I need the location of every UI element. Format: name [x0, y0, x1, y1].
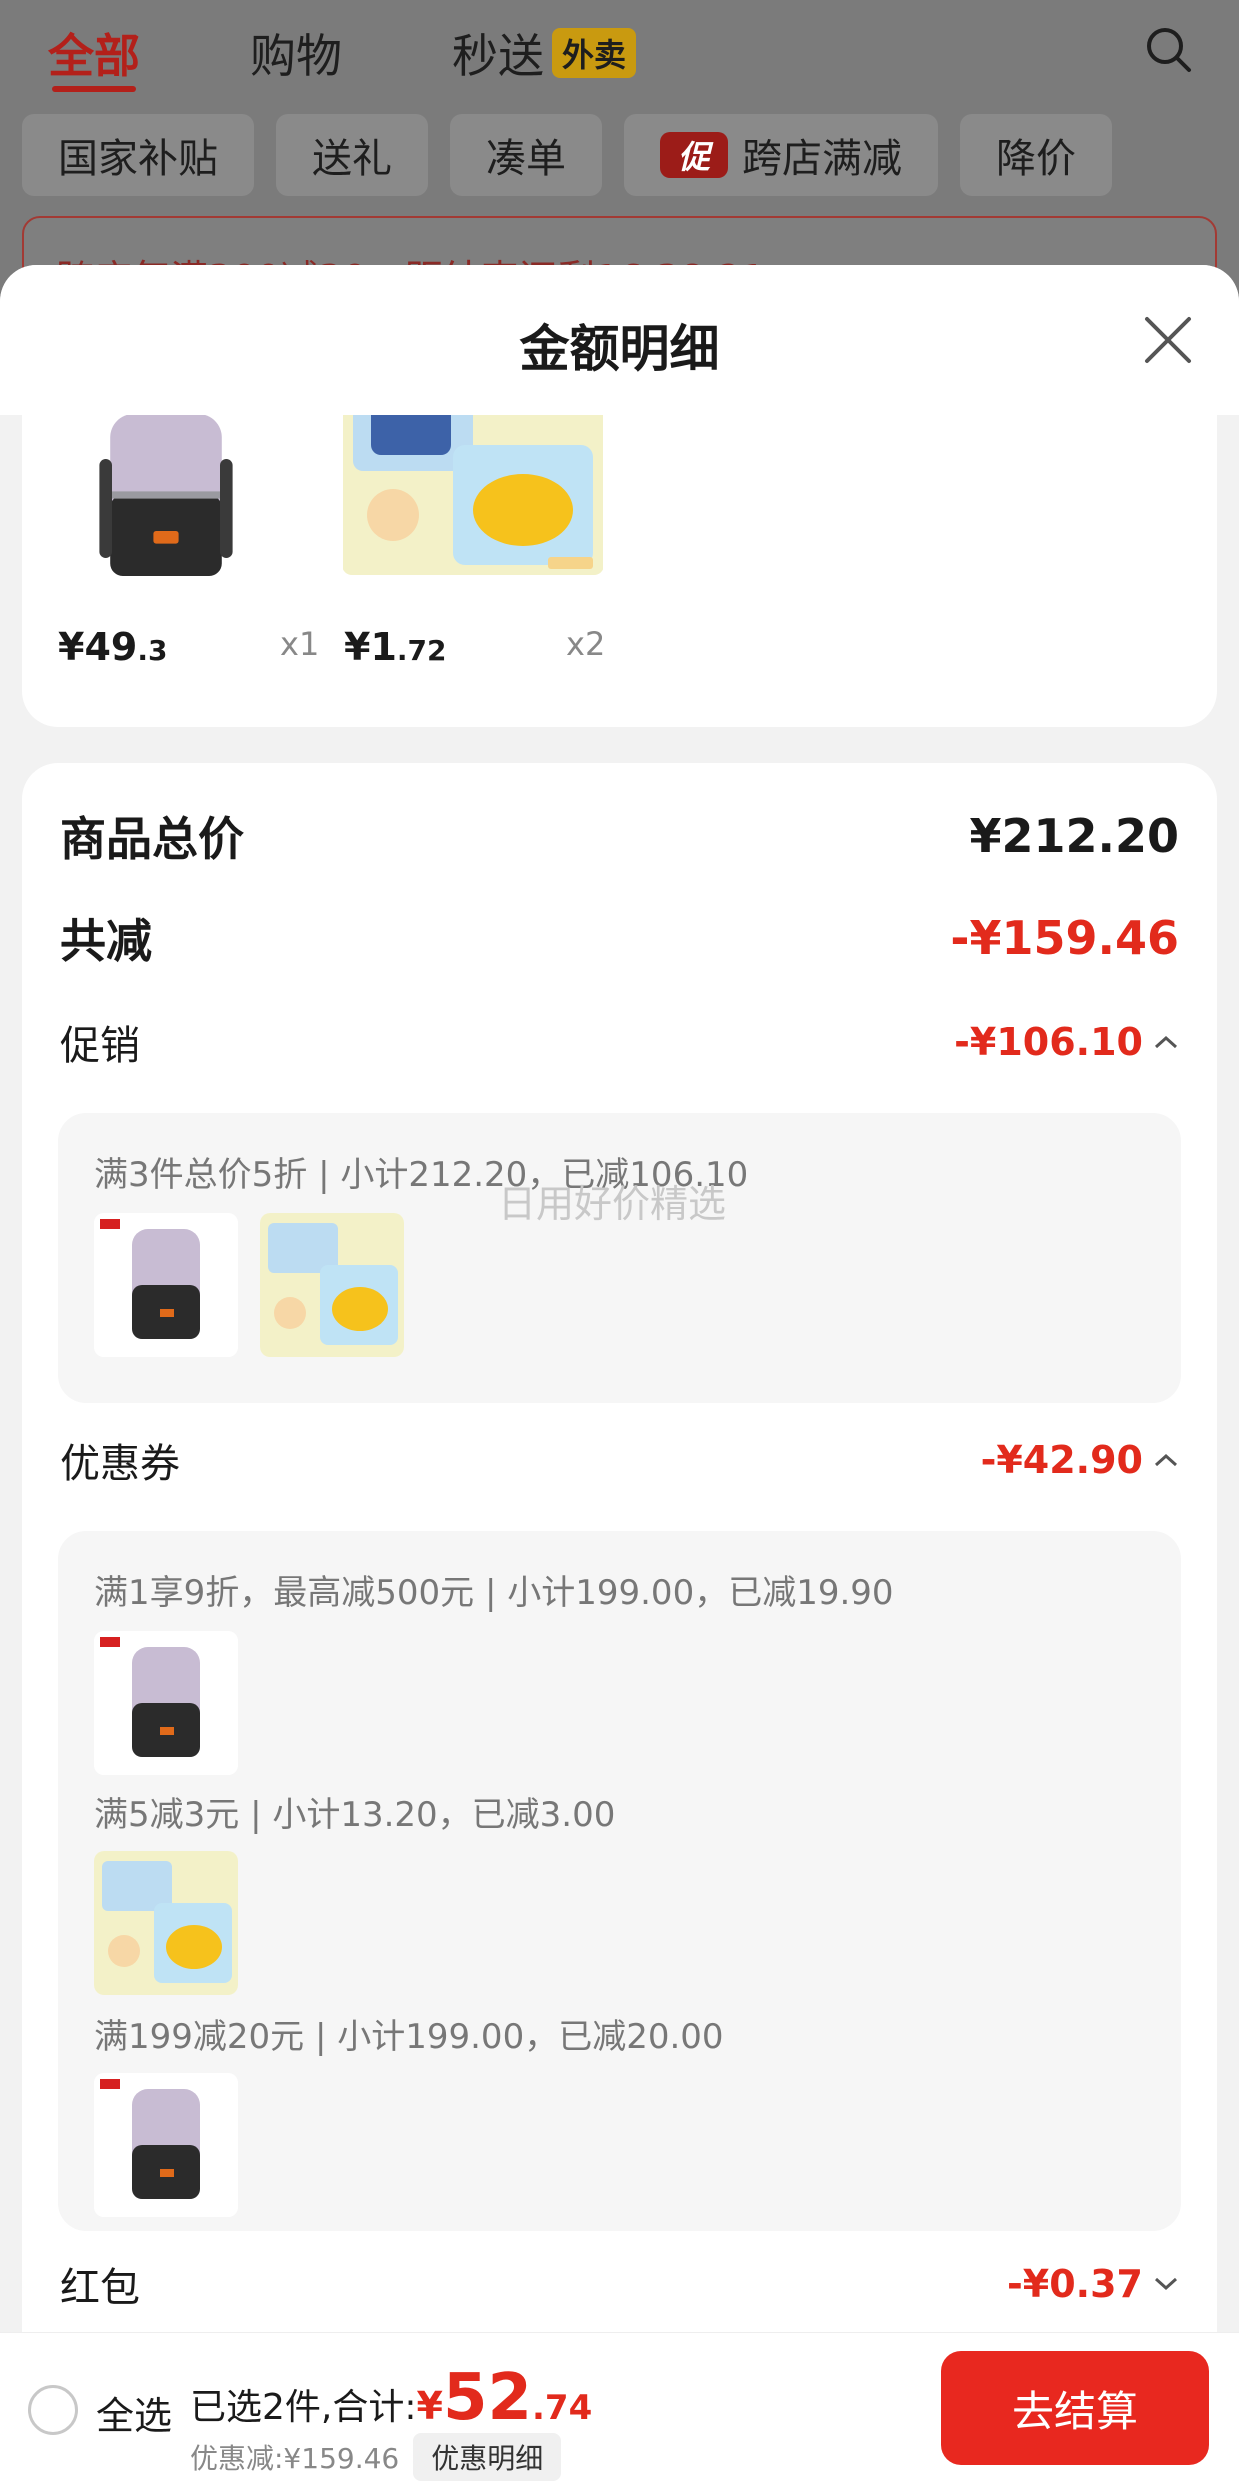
select-all-radio[interactable]: [28, 2385, 78, 2435]
redpacket-label: 红包: [60, 2265, 140, 2311]
product-thumbnail: [94, 2073, 238, 2217]
backpack-image: [76, 405, 256, 585]
total-currency: ¥: [416, 2384, 443, 2428]
product-price: ¥1.72: [344, 625, 447, 669]
total-label: 商品总价: [60, 812, 244, 866]
tab-express[interactable]: 秒送 外卖: [452, 20, 637, 86]
promo-detail-box: 满3件总价5折 | 小计212.20，已减106.10 日用好价精选: [58, 1113, 1181, 1403]
total-line: 已选2件,合计: ¥ 52 .74: [190, 2361, 592, 2435]
product-qty: x1: [280, 625, 320, 663]
chevron-down-icon: [1154, 2277, 1178, 2291]
product-thumbnail: [94, 1631, 238, 1775]
total-value: ¥212.20: [969, 809, 1179, 863]
backpack-image: [94, 2073, 238, 2217]
sheet-title: 金额明细: [519, 320, 720, 378]
watermark-text: 日用好价精选: [498, 1182, 727, 1226]
sheet-header: 金额明细: [0, 265, 1239, 415]
price-summary-card: 商品总价 ¥212.20 共减 -¥159.46 促销 -¥106.10 满3件…: [22, 763, 1217, 2481]
checkout-bar: 全选 已选2件,合计: ¥ 52 .74 优惠减:¥159.46 优惠明细 去结…: [0, 2332, 1239, 2481]
filter-chips: 国家补贴 送礼 凑单 促 跨店满减 降价: [22, 114, 1112, 196]
promo-label: 促销: [60, 1023, 140, 1069]
chevron-up-icon: [1154, 1453, 1178, 1467]
discount-line: 优惠减:¥159.46 优惠明细: [190, 2433, 562, 2481]
reduce-label: 共减: [60, 914, 152, 968]
checkout-button[interactable]: 去结算: [941, 2351, 1209, 2465]
total-integer: 52: [442, 2361, 532, 2435]
backpack-image: [94, 1631, 238, 1775]
promo-row[interactable]: 促销 -¥106.10: [60, 1013, 1179, 1071]
chip-cross-store[interactable]: 促 跨店满减: [624, 114, 938, 196]
top-tabs: 全部 购物 秒送 外卖: [48, 18, 637, 92]
coupon-value: -¥42.90: [981, 1438, 1179, 1482]
backpack-image: [94, 1213, 238, 1357]
toy-box-image: [260, 1213, 404, 1357]
redpacket-row[interactable]: 红包 -¥0.37: [60, 2255, 1179, 2313]
total-row: 商品总价 ¥212.20: [60, 803, 1179, 869]
selected-text: 已选2件,合计:: [190, 2387, 417, 2428]
tab-shopping[interactable]: 购物: [250, 20, 342, 86]
coupon-detail-box: 满1享9折，最高减500元 | 小计199.00，已减19.90 满5减3元 |…: [58, 1531, 1181, 2231]
search-icon[interactable]: [1143, 24, 1193, 74]
background-page: 全部 购物 秒送 外卖 国家补贴 送礼 凑单 促 跨店满减 降价 跨店每满300…: [0, 0, 1239, 306]
chip-national-subsidy[interactable]: 国家补贴: [22, 114, 254, 196]
discount-text: 优惠减:¥159.46: [190, 2442, 400, 2475]
chip-price-drop[interactable]: 降价: [960, 114, 1112, 196]
close-icon[interactable]: [1141, 313, 1195, 367]
select-all-label[interactable]: 全选: [96, 2385, 172, 2440]
chip-gift[interactable]: 送礼: [276, 114, 428, 196]
coupon-label: 优惠券: [60, 1441, 180, 1487]
reduce-row: 共减 -¥159.46: [60, 905, 1179, 971]
chevron-up-icon: [1154, 1035, 1178, 1049]
product-thumbnail: [260, 1213, 404, 1357]
chip-bundle[interactable]: 凑单: [450, 114, 602, 196]
product-thumbnail: [94, 1851, 238, 1995]
discount-detail-button[interactable]: 优惠明细: [413, 2433, 562, 2481]
promo-value: -¥106.10: [954, 1020, 1179, 1064]
takeout-badge: 外卖: [552, 28, 637, 78]
product-qty: x2: [566, 625, 606, 663]
tab-all[interactable]: 全部: [48, 20, 140, 92]
redpacket-value: -¥0.37: [1007, 2262, 1179, 2306]
toy-box-image: [94, 1851, 238, 1995]
coupon-detail-text: 满5减3元 | 小计13.20，已减3.00: [94, 1795, 616, 1835]
coupon-detail-text: 满199减20元 | 小计199.00，已减20.00: [94, 2017, 724, 2057]
product-thumbnail: [94, 1213, 238, 1357]
reduce-value: -¥159.46: [950, 911, 1179, 965]
total-decimal: .74: [532, 2388, 593, 2428]
promo-icon: 促: [660, 132, 728, 178]
product-price: ¥49.3: [58, 625, 168, 669]
product-item[interactable]: [66, 405, 266, 589]
coupon-detail-text: 满1享9折，最高减500元 | 小计199.00，已减19.90: [94, 1573, 894, 1613]
coupon-row[interactable]: 优惠券 -¥42.90: [60, 1431, 1179, 1489]
amount-detail-sheet: 金额明细 ¥49.3 x1 ¥1.72 x2 商品总价 ¥212.20 共减 -…: [0, 265, 1239, 2481]
